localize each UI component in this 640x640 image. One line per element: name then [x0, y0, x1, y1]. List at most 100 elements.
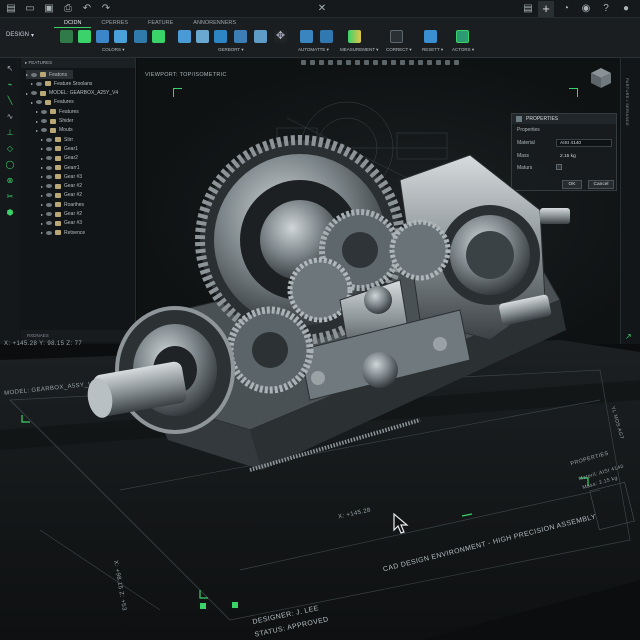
expand-arrow-icon[interactable]: ▸: [41, 230, 43, 235]
component-icon[interactable]: ⬢: [5, 208, 15, 218]
measure-icon[interactable]: [348, 30, 361, 43]
constraint-icon[interactable]: ◇: [5, 144, 15, 154]
dimension-icon[interactable]: ⊥: [5, 128, 15, 138]
group-gerbort[interactable]: GERBORT ▾: [218, 47, 244, 53]
display-icon[interactable]: [337, 60, 342, 65]
visibility-icon[interactable]: [46, 230, 53, 235]
tab-annorenners[interactable]: ANNORENNERS: [183, 18, 246, 28]
material-field[interactable]: AISI 4140: [556, 139, 612, 147]
expand-arrow-icon[interactable]: ▸: [41, 165, 43, 170]
expand-arrow-icon[interactable]: ▸: [36, 128, 38, 133]
tree-item[interactable]: ▸ Roarihes: [41, 200, 84, 209]
tree-item[interactable]: ▸ Gear2: [41, 154, 78, 163]
group-resett[interactable]: RESETT ▾: [422, 47, 443, 53]
expand-arrow-icon[interactable]: ▸: [26, 91, 28, 96]
tree-item[interactable]: ▸ Features: [36, 107, 79, 116]
visibility-icon[interactable]: [46, 202, 53, 207]
shadow-icon[interactable]: [400, 60, 405, 65]
view-cube[interactable]: [589, 66, 613, 90]
visibility-icon[interactable]: [41, 128, 48, 133]
tree-item[interactable]: ▸ Featons: [26, 70, 74, 79]
cross-icon[interactable]: ⊗: [5, 176, 15, 186]
visibility-icon[interactable]: [46, 184, 53, 189]
combine-icon[interactable]: [234, 30, 247, 43]
tree-item[interactable]: ▸ Stirr: [41, 135, 73, 144]
curve-icon[interactable]: ∿: [5, 112, 15, 122]
camera-icon[interactable]: [373, 60, 378, 65]
tree-item[interactable]: ▸ Gear #3: [41, 172, 82, 181]
trim-icon[interactable]: ✂: [5, 192, 15, 202]
expand-arrow-icon[interactable]: ▸: [41, 146, 43, 151]
save-icon[interactable]: ▣: [41, 2, 57, 16]
visibility-icon[interactable]: [36, 81, 43, 86]
expand-arrow-icon[interactable]: ▸: [36, 119, 38, 124]
box-icon[interactable]: [254, 30, 267, 43]
print-icon[interactable]: ⎙: [60, 2, 76, 16]
group-automatte[interactable]: AUTOMATTE ▾: [298, 47, 329, 53]
visibility-icon[interactable]: [46, 165, 53, 170]
workspace-switcher[interactable]: DESIGN ▾: [6, 27, 48, 43]
new-sketch-icon[interactable]: [60, 30, 73, 43]
line-icon[interactable]: ╲: [5, 96, 15, 106]
group-actors[interactable]: ACTORS ▾: [452, 47, 474, 53]
correct-icon[interactable]: [390, 30, 403, 43]
pan-icon[interactable]: [310, 60, 315, 65]
tree-item[interactable]: ▸ Gear #2: [41, 191, 82, 200]
tree-item[interactable]: ▸ Retxence: [41, 228, 85, 237]
visibility-icon[interactable]: [46, 137, 53, 142]
tree-item[interactable]: ▸ Gear1: [41, 144, 78, 153]
shell-icon[interactable]: [214, 30, 227, 43]
env-icon[interactable]: [409, 60, 414, 65]
sketch-icon[interactable]: ⌁: [5, 80, 15, 90]
zoom-icon[interactable]: [319, 60, 324, 65]
visibility-icon[interactable]: [46, 193, 53, 198]
expand-arrow-icon[interactable]: ▸: [31, 100, 33, 105]
viewport[interactable]: VIEWPORT: TOP/ISOMETRIC: [137, 58, 620, 344]
light-icon[interactable]: [391, 60, 396, 65]
visibility-icon[interactable]: [46, 221, 53, 226]
user-avatar-icon[interactable]: ●: [618, 1, 634, 17]
fillet-icon[interactable]: [178, 30, 191, 43]
cancel-button[interactable]: Cancel: [588, 180, 614, 189]
expand-arrow-icon[interactable]: ▸: [41, 137, 43, 142]
maturs-checkbox[interactable]: [556, 164, 562, 170]
tree-item[interactable]: ▸ Gearr1: [41, 163, 80, 172]
tree-item[interactable]: ▸ Feature Sroolans: [31, 79, 92, 88]
visibility-icon[interactable]: [46, 146, 53, 151]
motion-icon[interactable]: [320, 30, 333, 43]
tree-item[interactable]: ▸ Gear #2: [41, 182, 82, 191]
redo-icon[interactable]: ↷: [98, 2, 114, 16]
tree-item[interactable]: ▸ Mouts: [36, 126, 73, 135]
expand-arrow-icon[interactable]: ▸: [31, 81, 33, 86]
expand-arrow-icon[interactable]: ▸: [26, 72, 28, 77]
perspective-icon[interactable]: [427, 60, 432, 65]
select-icon[interactable]: ↖: [5, 64, 15, 74]
sync-icon[interactable]: ▤: [520, 1, 536, 17]
visibility-icon[interactable]: [41, 109, 48, 114]
expand-arrow-icon[interactable]: ▸: [41, 193, 43, 198]
visibility-icon[interactable]: [31, 72, 38, 77]
tree-item[interactable]: ▸ Features: [31, 98, 74, 107]
tab-feature[interactable]: FEATURE: [138, 18, 183, 28]
add-tab-button[interactable]: +: [538, 1, 554, 17]
expand-arrow-icon[interactable]: ▸: [41, 156, 43, 161]
joint-icon[interactable]: [300, 30, 313, 43]
layout-icon[interactable]: [454, 60, 459, 65]
sweep-icon[interactable]: [114, 30, 127, 43]
tree-item[interactable]: ▸ Gear #3: [41, 219, 82, 228]
visibility-icon[interactable]: [41, 119, 48, 123]
expand-arrow-icon[interactable]: ▸: [41, 174, 43, 179]
effects-icon[interactable]: [436, 60, 441, 65]
expand-arrow-icon[interactable]: ▸: [36, 109, 38, 114]
undo-icon[interactable]: ↶: [79, 2, 95, 16]
grid-icon[interactable]: [346, 60, 351, 65]
expand-arrow-icon[interactable]: ▸: [41, 184, 43, 189]
render-icon[interactable]: [382, 60, 387, 65]
tab-cperres[interactable]: CPERRES: [91, 18, 138, 28]
chamfer-icon[interactable]: [196, 30, 209, 43]
settings-icon[interactable]: [445, 60, 450, 65]
view-icon[interactable]: [355, 60, 360, 65]
visibility-icon[interactable]: [46, 174, 53, 179]
revolve-icon[interactable]: [96, 30, 109, 43]
extrude-icon[interactable]: [78, 30, 91, 43]
